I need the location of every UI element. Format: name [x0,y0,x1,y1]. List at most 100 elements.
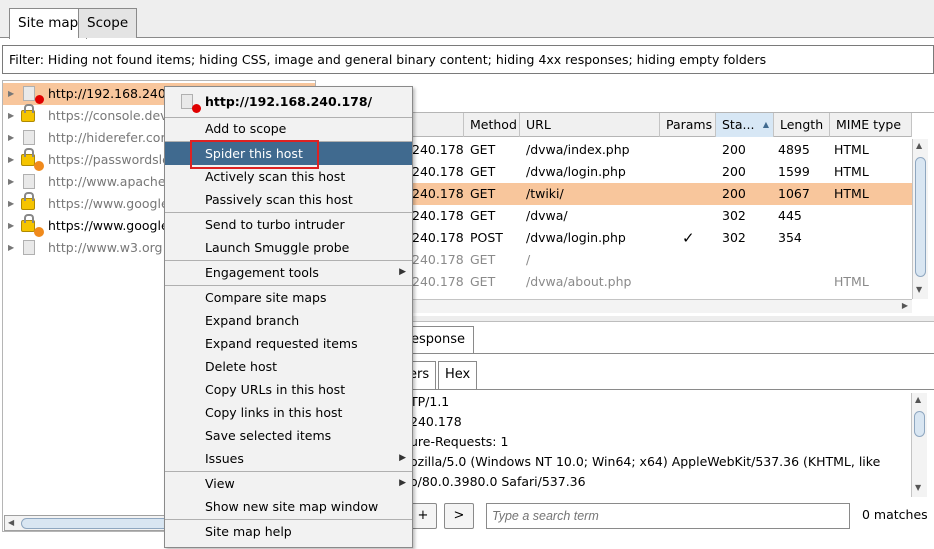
menu-item-expand-requested-items[interactable]: Expand requested items [165,332,412,355]
scroll-left-icon[interactable]: ◀ [8,518,14,527]
request-line: o/80.0.3980.0 Safari/537.36 [410,474,586,489]
lock-icon [21,148,35,166]
cell-mime: HTML [834,274,869,289]
tree-node-label: https://www.googlea [48,218,177,233]
lock-icon [21,192,35,210]
menu-item-launch-smuggle-probe[interactable]: Launch Smuggle probe [165,236,412,259]
tree-node-label: https://passwordslea [48,152,178,167]
cell-url: /dvwa/about.php [526,274,632,289]
menu-item-compare-site-maps[interactable]: Compare site maps [165,286,412,309]
cell-length: 354 [778,230,802,245]
scroll-up-icon[interactable]: ▲ [916,141,922,150]
menu-item-engagement-tools[interactable]: Engagement tools ▶ [165,261,412,284]
cell-host: 240.178 [412,252,464,267]
context-menu-host: http://192.168.240.178/ [205,94,373,109]
column-header-status-label: Sta... [722,117,755,132]
scroll-down-icon[interactable]: ▼ [915,483,921,492]
menu-item-show-new-site-map-window[interactable]: Show new site map window [165,495,412,518]
tab-hex[interactable]: Hex [438,361,478,389]
cell-url: /dvwa/login.php [526,230,626,245]
scroll-down-icon[interactable]: ▼ [916,285,922,294]
filter-bar[interactable]: Filter: Hiding not found items; hiding C… [2,45,934,74]
menu-item-save-selected-items[interactable]: Save selected items [165,424,412,447]
cell-host: 240.178 [412,142,464,157]
expand-arrow-icon[interactable]: ▶ [8,215,14,237]
scrollbar-thumb[interactable] [914,411,925,437]
menu-item-view[interactable]: View ▶ [165,472,412,495]
request-vertical-scrollbar[interactable]: ▲ ▼ [911,393,927,497]
menu-item-label: Issues [205,451,244,466]
expand-arrow-icon[interactable]: ▶ [8,149,14,171]
cell-mime: HTML [834,142,869,157]
scrollbar-thumb[interactable] [915,157,926,277]
cell-method: GET [470,164,496,179]
next-match-button[interactable]: > [444,503,474,529]
submenu-arrow-icon: ▶ [399,478,406,488]
cell-status: 200 [722,186,746,201]
file-icon [23,86,35,101]
tree-node-label: http://www.w3.org [48,240,163,255]
cell-status: 200 [722,142,746,157]
expand-arrow-icon[interactable]: ▶ [8,83,14,105]
search-input[interactable] [486,503,850,529]
menu-item-expand-branch[interactable]: Expand branch [165,309,412,332]
issue-badge-icon [192,104,201,113]
top-tab-bar: Site map Scope [0,0,934,39]
request-line: ozilla/5.0 (Windows NT 10.0; Win64; x64)… [410,454,881,469]
previous-match-button[interactable]: + [409,503,437,529]
menu-item-passively-scan[interactable]: Passively scan this host [165,188,412,211]
cell-method: GET [470,252,496,267]
cell-host: 240.178 [412,186,464,201]
expand-arrow-icon[interactable]: ▶ [8,127,14,149]
scroll-up-icon[interactable]: ▲ [915,395,921,404]
cell-url: /dvwa/ [526,208,568,223]
cell-mime: HTML [834,186,869,201]
menu-item-copy-urls[interactable]: Copy URLs in this host [165,378,412,401]
tree-node-label: https://www.google.c [48,196,180,211]
column-header-params[interactable]: Params [660,113,716,137]
cell-method: POST [470,230,503,245]
scroll-right-icon[interactable]: ▶ [902,301,908,310]
cell-host: 240.178 [412,230,464,245]
cell-host: 240.178 [412,164,464,179]
column-header-url[interactable]: URL [520,113,660,137]
scrollbar-thumb[interactable] [21,518,181,529]
cell-host: 240.178 [412,208,464,223]
tab-scope[interactable]: Scope [78,8,138,38]
tree-node-label: https://console.deve [48,108,176,123]
column-header-method[interactable]: Method [464,113,520,137]
cell-mime: HTML [834,164,869,179]
issue-badge-icon [34,227,44,237]
menu-item-send-to-turbo-intruder[interactable]: Send to turbo intruder [165,213,412,236]
expand-arrow-icon[interactable]: ▶ [8,171,14,193]
column-header-mime[interactable]: MIME type [830,113,912,137]
request-line: TP/1.1 [410,394,450,409]
column-header-length[interactable]: Length [774,113,830,137]
sort-ascending-icon: ▲ [762,120,769,129]
cell-method: GET [470,142,496,157]
cell-status: 302 [722,208,746,223]
menu-item-add-to-scope[interactable]: Add to scope [165,117,412,140]
expand-arrow-icon[interactable]: ▶ [8,105,14,127]
expand-arrow-icon[interactable]: ▶ [8,193,14,215]
issue-badge-icon [35,95,44,104]
menu-item-actively-scan[interactable]: Actively scan this host [165,165,412,188]
menu-item-site-map-help[interactable]: Site map help [165,520,412,543]
cell-length: 4895 [778,142,810,157]
menu-item-delete-host[interactable]: Delete host [165,355,412,378]
file-icon [23,174,35,189]
cell-length: 445 [778,208,802,223]
column-header-status[interactable]: Sta... ▲ [716,113,774,137]
cell-url: /twiki/ [526,186,564,201]
table-vertical-scrollbar[interactable]: ▲ ▼ [912,139,928,299]
menu-item-issues[interactable]: Issues ▶ [165,447,412,470]
table-horizontal-scrollbar[interactable]: ▶ [412,299,912,313]
menu-item-label: Engagement tools [205,265,319,280]
match-count: 0 matches [862,507,928,522]
menu-item-label: View [205,476,235,491]
cell-url: /dvwa/login.php [526,164,626,179]
tab-site-map[interactable]: Site map [9,8,88,39]
expand-arrow-icon[interactable]: ▶ [8,237,14,259]
menu-item-copy-links[interactable]: Copy links in this host [165,401,412,424]
submenu-arrow-icon: ▶ [399,267,406,277]
